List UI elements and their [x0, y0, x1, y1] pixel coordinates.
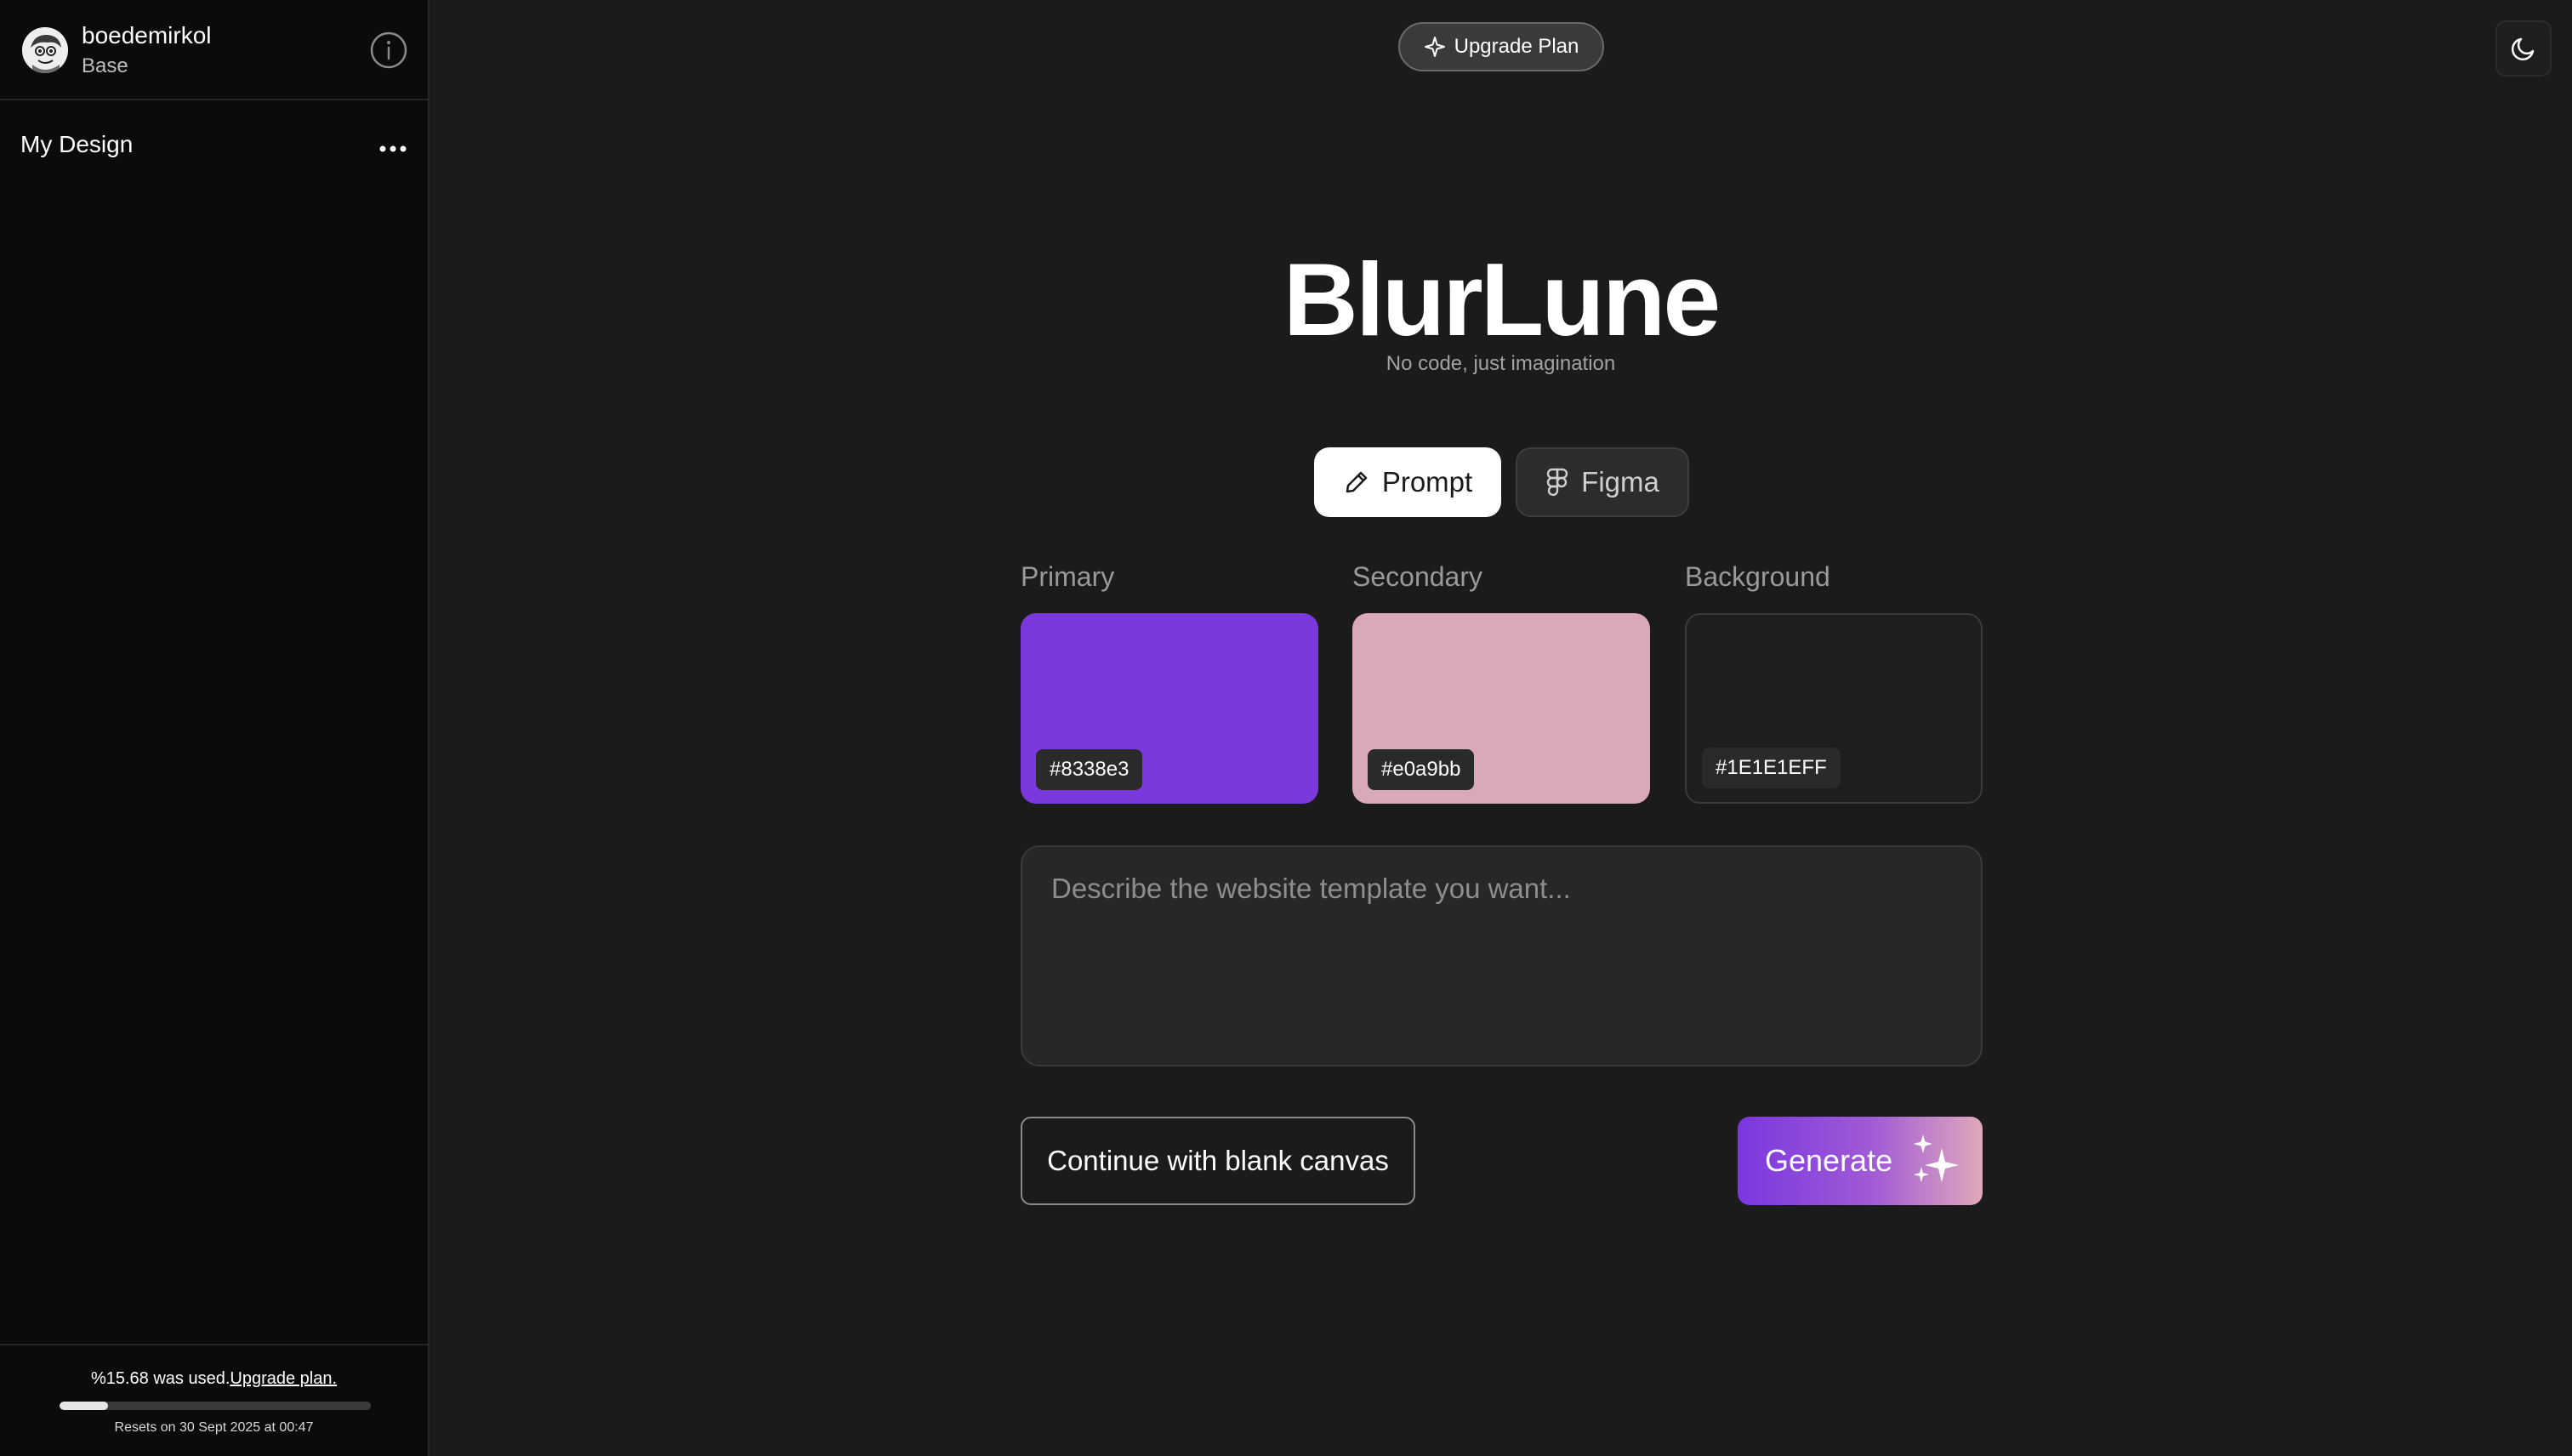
sparkle-icon — [1424, 37, 1445, 57]
generate-button[interactable]: Generate — [1738, 1117, 1983, 1205]
avatar[interactable] — [22, 27, 68, 73]
upgrade-plan-button[interactable]: Upgrade Plan — [1398, 22, 1604, 71]
username: boedemirkol — [82, 22, 212, 48]
background-color-value: #1E1E1EFF — [1702, 748, 1841, 788]
tab-figma[interactable]: Figma — [1516, 447, 1689, 517]
usage-progress-bar — [60, 1402, 371, 1410]
blank-canvas-button[interactable]: Continue with blank canvas — [1021, 1117, 1415, 1205]
background-color-label: Background — [1685, 561, 1830, 592]
reset-text: Resets on 30 Sept 2025 at 00:47 — [114, 1420, 314, 1435]
usage-panel: %15.68 was used.Upgrade plan. Resets on … — [0, 1344, 428, 1456]
plan-badge: Base — [82, 54, 128, 77]
upgrade-plan-link[interactable]: Upgrade plan. — [230, 1369, 337, 1388]
secondary-color-label: Secondary — [1352, 561, 1482, 592]
tab-figma-label: Figma — [1581, 466, 1659, 498]
tab-prompt[interactable]: Prompt — [1314, 447, 1501, 517]
primary-color-label: Primary — [1021, 561, 1115, 592]
usage-progress-fill — [60, 1402, 109, 1410]
info-icon[interactable] — [369, 31, 408, 70]
secondary-color-value: #e0a9bb — [1368, 749, 1475, 790]
figma-icon — [1547, 468, 1568, 497]
primary-color-swatch[interactable]: #8338e3 — [1021, 613, 1318, 804]
brand-title: BlurLune — [1283, 242, 1721, 357]
prompt-box — [1021, 845, 1983, 1066]
design-label: My Design — [20, 131, 134, 157]
brand-tagline: No code, just imagination — [1386, 352, 1616, 375]
sidebar-item-my-design[interactable]: My Design — [0, 119, 428, 173]
prompt-input[interactable] — [1022, 847, 1981, 1065]
more-options-icon[interactable] — [379, 143, 407, 153]
background-color-swatch[interactable]: #1E1E1EFF — [1685, 613, 1983, 804]
theme-toggle-button[interactable] — [2495, 20, 2552, 77]
user-profile[interactable]: boedemirkol Base — [0, 0, 428, 100]
secondary-color-swatch[interactable]: #e0a9bb — [1352, 613, 1650, 804]
sparkles-icon — [1914, 1135, 1960, 1182]
upgrade-plan-label: Upgrade Plan — [1454, 35, 1579, 58]
pencil-icon — [1346, 471, 1368, 493]
usage-text: %15.68 was used.Upgrade plan. — [0, 1369, 428, 1389]
moon-icon — [2511, 37, 2535, 61]
usage-amount: %15.68 was used. — [90, 1369, 230, 1388]
generate-label: Generate — [1765, 1143, 1893, 1178]
blank-canvas-label: Continue with blank canvas — [1047, 1145, 1389, 1176]
sidebar: boedemirkol Base My Design %15.68 was us… — [0, 0, 430, 1456]
tab-prompt-label: Prompt — [1381, 466, 1473, 498]
primary-color-value: #8338e3 — [1036, 749, 1143, 790]
